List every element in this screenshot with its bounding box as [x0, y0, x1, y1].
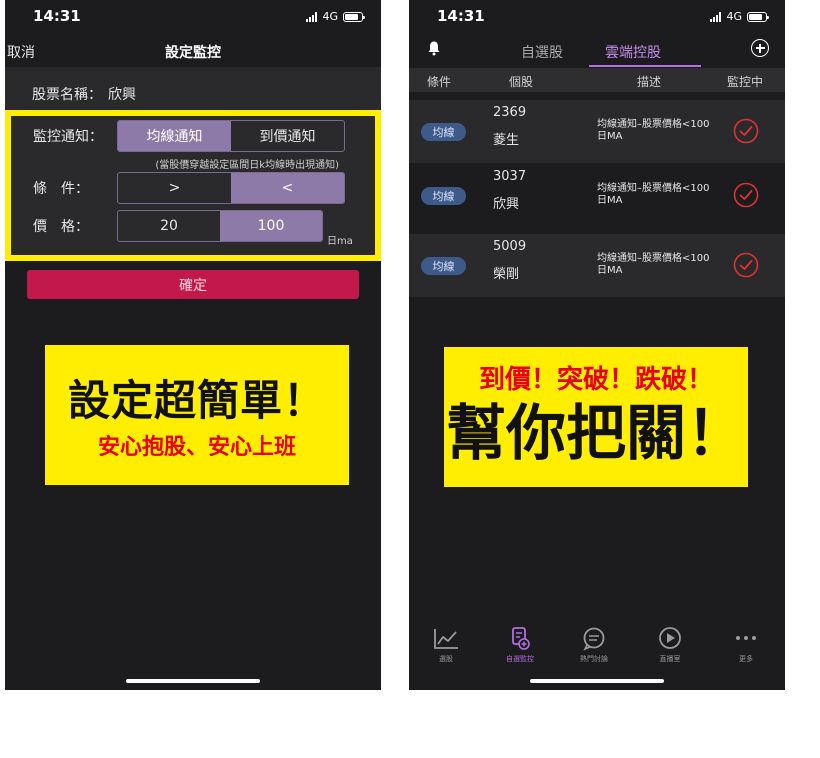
option-greater-than[interactable]: > [118, 173, 231, 203]
stock-code: 5009 [493, 239, 527, 254]
monitor-settings-panel: 監控通知： 均線通知 到價通知 (當股價穿越設定區間日k均線時出現通知) 條 件… [5, 110, 381, 261]
chart-line-icon [434, 629, 458, 649]
row-description: 均線通知–股票價格<100日MA [597, 253, 710, 276]
play-circle-icon [659, 627, 681, 649]
price-segmented: 20 100 [117, 210, 323, 242]
stock-code: 3037 [493, 169, 527, 184]
row-description: 均線通知–股票價格<100日MA [597, 119, 710, 142]
condition-segmented: > < [117, 172, 345, 204]
chat-bubble-icon [583, 627, 605, 651]
tabbar-item-more[interactable]: 更多 [711, 626, 781, 664]
tab-watchlist[interactable]: 自選股 [521, 42, 563, 62]
tabbar-label: 直播室 [659, 655, 681, 663]
promo-subline: 幫你把關！ [446, 399, 746, 469]
stock-name-label: 股票名稱： [32, 87, 102, 103]
price-label: 價 格： [33, 219, 89, 235]
condition-tag: 均線 [421, 123, 466, 141]
promo-headline: 設定超簡單！ [67, 376, 326, 425]
home-indicator[interactable] [126, 679, 260, 683]
stock-name: 欣興 [493, 197, 520, 212]
stock-name: 菱生 [493, 133, 520, 148]
page-title: 設定監控 [165, 45, 221, 61]
stock-name-row: 股票名稱： 欣興 [5, 68, 381, 112]
monitoring-check-icon[interactable] [733, 182, 759, 208]
tabbar-label: 自選監控 [506, 655, 534, 663]
stock-name-value: 欣興 [108, 87, 136, 103]
monitor-list-screen: 14:31 4G 自選股 雲端控股 條件 個股 描述 監控中 均線 2369 菱… [409, 0, 785, 690]
condition-tag: 均線 [421, 187, 466, 205]
condition-label: 條 件： [33, 181, 89, 197]
promo-headline: 到價！突破！跌破！ [478, 365, 713, 395]
monitor-hint: (當股價穿越設定區間日k均線時出現通知) [155, 160, 339, 171]
status-bar: 14:31 4G [5, 0, 381, 34]
more-dots-icon [736, 636, 756, 640]
network-label: 4G [726, 10, 742, 23]
active-tab-indicator [589, 65, 701, 67]
table-row[interactable]: 均線 2369 菱生 均線通知–股票價格<100日MA [409, 100, 785, 163]
status-time: 14:31 [437, 7, 485, 25]
col-description: 描述 [637, 75, 662, 89]
signal-icon [306, 11, 318, 22]
watchlist-monitor-icon [512, 627, 530, 650]
tabbar-item-hot-discussion[interactable]: 熱門討論 [559, 626, 629, 664]
promo-banner-right: 到價！突破！跌破！ 幫你把關！ [444, 347, 748, 487]
home-indicator[interactable] [530, 679, 664, 683]
price-row: 價 格： 20 100 [11, 210, 375, 242]
option-price-notify[interactable]: 到價通知 [231, 121, 344, 151]
tabbar-item-live-room[interactable]: 直播室 [635, 626, 705, 664]
col-monitoring: 監控中 [727, 75, 764, 89]
price-unit: 日ma [327, 236, 353, 247]
monitor-type-row: 監控通知： 均線通知 到價通知 [11, 120, 375, 152]
col-condition: 條件 [427, 75, 452, 89]
col-stock: 個股 [509, 75, 534, 89]
condition-tag: 均線 [421, 257, 466, 275]
confirm-button[interactable]: 確定 [27, 270, 359, 299]
nav-bar: 取消 設定監控 [5, 34, 381, 68]
tabbar-label: 熱門討論 [580, 655, 608, 663]
network-label: 4G [322, 10, 338, 23]
stock-code: 2369 [493, 105, 527, 120]
bell-icon[interactable] [426, 40, 442, 56]
table-row[interactable]: 均線 3037 欣興 均線通知–股票價格<100日MA [409, 164, 785, 227]
option-price-20[interactable]: 20 [118, 211, 220, 241]
signal-icon [710, 11, 722, 22]
status-time: 14:31 [33, 7, 81, 25]
option-less-than[interactable]: < [231, 173, 344, 203]
option-price-100[interactable]: 100 [220, 211, 322, 241]
monitoring-check-icon[interactable] [733, 252, 759, 278]
settings-screen: 14:31 4G 取消 設定監控 股票名稱： 欣興 監控通知： 均線通知 到價通知… [5, 0, 381, 690]
add-icon[interactable] [751, 39, 769, 57]
monitor-type-segmented: 均線通知 到價通知 [117, 120, 345, 152]
tabbar-label: 選股 [439, 655, 453, 663]
monitor-type-label: 監控通知： [33, 129, 103, 145]
top-tab-bar: 自選股 雲端控股 [409, 34, 785, 68]
status-bar: 14:31 4G [409, 0, 785, 34]
condition-row: 條 件： > < [11, 172, 375, 204]
option-ma-notify[interactable]: 均線通知 [118, 121, 231, 151]
table-row[interactable]: 均線 5009 榮剛 均線通知–股票價格<100日MA [409, 234, 785, 297]
column-header: 條件 個股 描述 監控中 [409, 68, 785, 92]
promo-subline: 安心抱股、安心上班 [97, 435, 296, 460]
promo-banner-left: 設定超簡單！ 安心抱股、安心上班 [45, 345, 349, 485]
stock-name: 榮剛 [493, 267, 520, 282]
tabbar-label: 更多 [739, 655, 753, 663]
battery-icon [343, 11, 365, 22]
tabbar-item-stock-picker[interactable]: 選股 [411, 626, 481, 664]
tabbar-item-watch-monitor[interactable]: 自選監控 [485, 626, 555, 664]
tab-cloud-monitor[interactable]: 雲端控股 [605, 42, 661, 62]
row-description: 均線通知–股票價格<100日MA [597, 183, 710, 206]
monitoring-check-icon[interactable] [733, 118, 759, 144]
battery-icon [747, 11, 769, 22]
